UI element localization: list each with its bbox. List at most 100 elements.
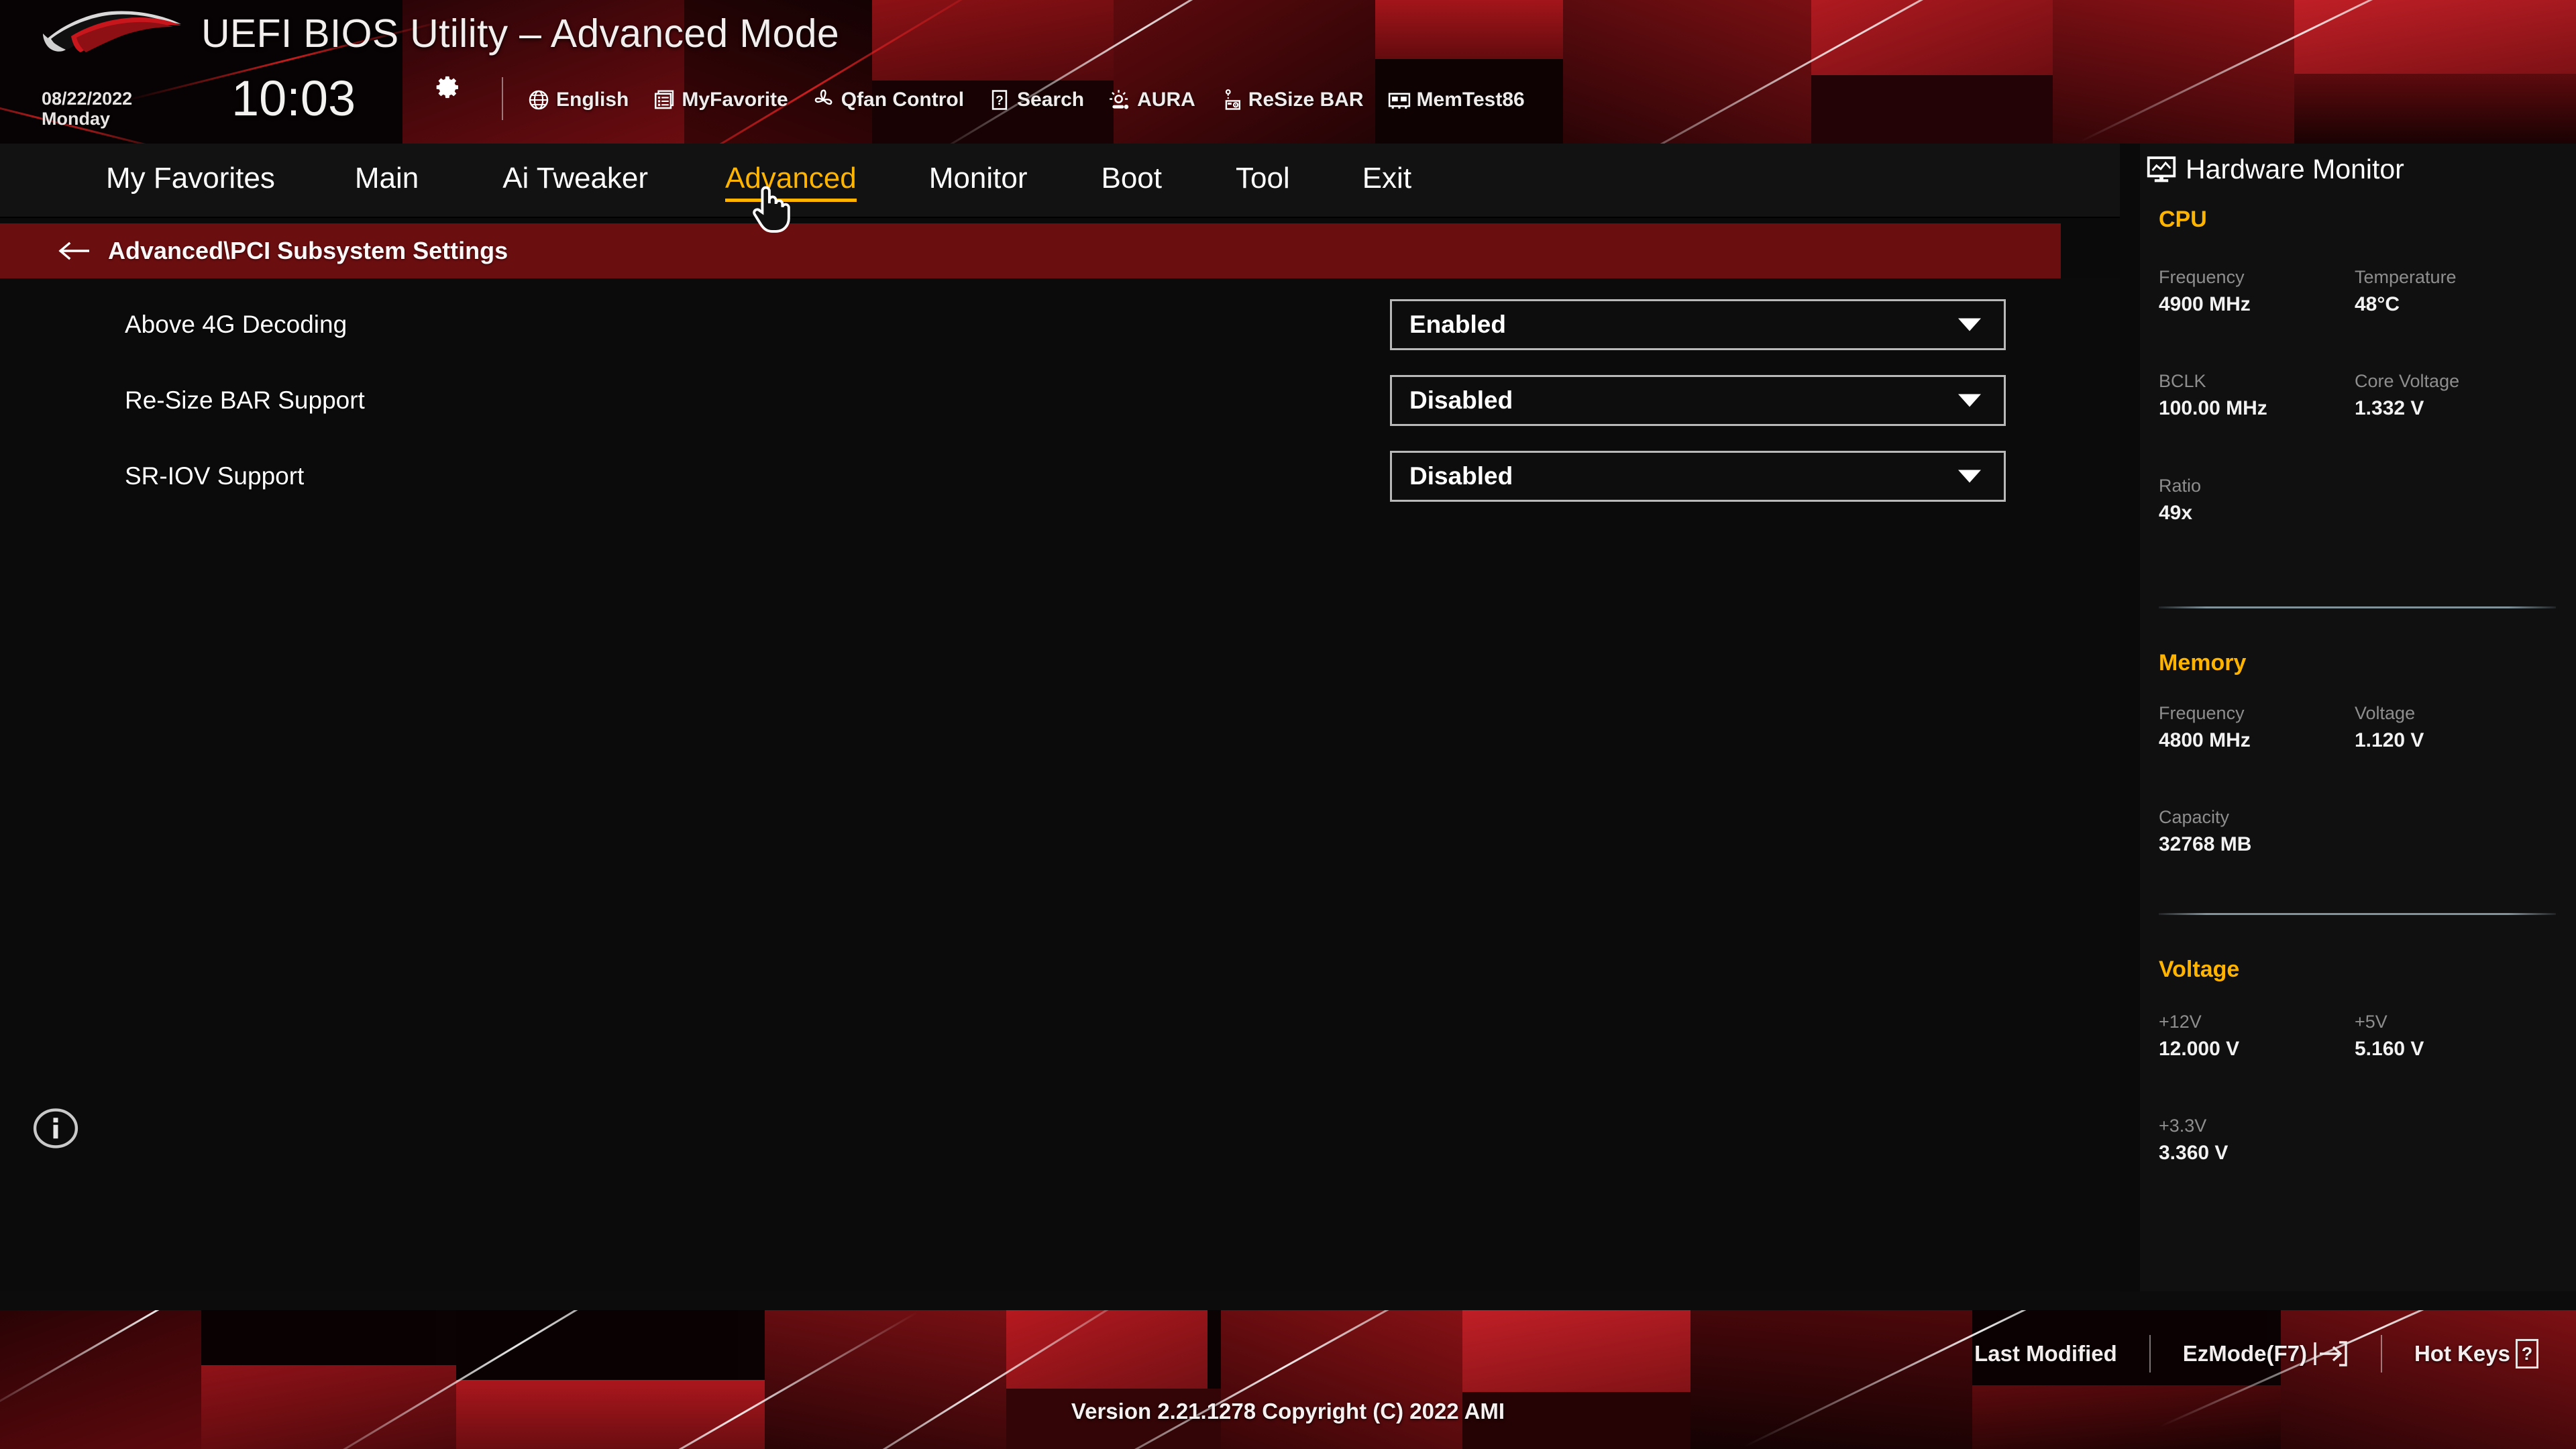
field-value: 4900 MHz [2159, 293, 2251, 315]
footer-separator [2380, 1335, 2382, 1373]
globe-icon [529, 90, 549, 110]
ezmode-label: EzMode(F7) [2182, 1341, 2307, 1366]
hwm-field-memory-frequency: Frequency 4800 MHz [2159, 702, 2251, 753]
hwm-field-memory-capacity: Capacity 32768 MB [2159, 806, 2251, 857]
header-divider [502, 77, 503, 120]
header-bar: UEFI BIOS Utility – Advanced Mode 08/22/… [0, 0, 2576, 144]
hardware-monitor-panel: Hardware Monitor CPU Frequency 4900 MHz … [2140, 144, 2576, 1291]
chevron-down-icon [1958, 318, 1981, 331]
hotkeys-label: Hot Keys [2414, 1341, 2510, 1366]
footer-separator [2149, 1335, 2151, 1373]
enter-arrow-icon [2314, 1341, 2347, 1366]
hwm-section-memory: Memory [2159, 650, 2247, 676]
field-key: Temperature [2355, 267, 2457, 287]
footer-actions: Last Modified EzMode(F7) Hot Keys ? [1974, 1335, 2538, 1373]
last-modified-label: Last Modified [1974, 1341, 2117, 1366]
dropdown-above-4g-decoding[interactable]: Enabled [1390, 299, 2006, 350]
tab-boot[interactable]: Boot [1101, 162, 1162, 199]
gear-icon[interactable] [435, 74, 462, 101]
gpu-card-icon [1225, 89, 1240, 110]
hotkeys-button[interactable]: Hot Keys ? [2414, 1339, 2538, 1368]
breadcrumb[interactable]: Advanced\PCI Subsystem Settings [0, 223, 2061, 278]
hwm-field-rail-12v: +12V 12.000 V [2159, 1011, 2239, 1061]
field-value: 32768 MB [2159, 833, 2252, 855]
page-title: UEFI BIOS Utility – Advanced Mode [201, 11, 840, 56]
setting-label: SR-IOV Support [125, 462, 305, 490]
svg-text:?: ? [996, 94, 1004, 108]
field-key: Core Voltage [2355, 371, 2460, 391]
toolbar-item-memtest86[interactable]: MemTest86 [1388, 89, 1525, 111]
settings-list: Above 4G Decoding Enabled Re-Size BAR Su… [0, 278, 2120, 506]
system-date: 08/22/2022 Monday [42, 89, 132, 129]
hwm-divider [2159, 606, 2556, 608]
tab-tool[interactable]: Tool [1236, 162, 1290, 199]
date-value: 08/22/2022 [42, 89, 133, 109]
field-value: 3.360 V [2159, 1142, 2229, 1164]
hotkeys-key-badge: ? [2516, 1339, 2538, 1368]
toolbar-label-english: English [556, 89, 629, 111]
toolbar-item-search[interactable]: ? Search [988, 89, 1084, 111]
hwm-field-rail-3-3v: +3.3V 3.360 V [2159, 1115, 2228, 1165]
hwm-field-cpu-core-voltage: Core Voltage 1.332 V [2355, 370, 2459, 421]
field-key: Frequency [2159, 267, 2245, 287]
breadcrumb-path: Advanced\PCI Subsystem Settings [108, 237, 508, 264]
field-value: 100.00 MHz [2159, 397, 2267, 419]
info-circle-icon[interactable] [32, 1105, 79, 1152]
tab-ai-tweaker[interactable]: Ai Tweaker [502, 162, 648, 199]
back-arrow-icon[interactable] [58, 240, 91, 262]
setting-row-above-4g-decoding: Above 4G Decoding Enabled [0, 286, 2120, 362]
favorites-list-icon [655, 90, 674, 109]
setting-row-resize-bar-support: Re-Size BAR Support Disabled [0, 362, 2120, 438]
tab-my-favorites[interactable]: My Favorites [106, 162, 275, 199]
toolbar-item-myfavorite[interactable]: MyFavorite [653, 89, 788, 111]
bios-version: Version 2.21.1278 Copyright (C) 2022 AMI [1071, 1399, 1505, 1424]
toolbar-item-qfan-control[interactable]: Qfan Control [812, 89, 964, 111]
system-clock: 10:03 [231, 70, 356, 126]
field-key: Ratio [2159, 476, 2202, 496]
hwm-field-rail-5v: +5V 5.160 V [2355, 1011, 2424, 1061]
hwm-field-cpu-bclk: BCLK 100.00 MHz [2159, 370, 2267, 421]
field-key: Voltage [2355, 703, 2416, 723]
memory-module-icon [1388, 93, 1410, 109]
setting-label: Re-Size BAR Support [125, 386, 365, 414]
field-value: 1.332 V [2355, 397, 2424, 419]
field-value: 5.160 V [2355, 1038, 2424, 1060]
toolbar-label-memtest86: MemTest86 [1416, 89, 1525, 111]
field-value: 48°C [2355, 293, 2400, 315]
hwm-field-cpu-temperature: Temperature 48°C [2355, 266, 2457, 317]
hwm-divider [2159, 913, 2556, 915]
last-modified-button[interactable]: Last Modified [1974, 1341, 2117, 1366]
field-value: 49x [2159, 502, 2193, 524]
hwm-section-cpu: CPU [2159, 207, 2207, 232]
tab-main[interactable]: Main [355, 162, 419, 199]
hardware-monitor-label: Hardware Monitor [2186, 154, 2404, 184]
hardware-monitor-title: Hardware Monitor [2147, 154, 2404, 185]
toolbar-item-aura[interactable]: AURA [1108, 89, 1195, 111]
toolbar-label-resize-bar: ReSize BAR [1248, 89, 1364, 111]
pointing-hand-cursor [753, 186, 790, 233]
footer-top-strip [0, 1291, 2576, 1310]
field-key: Capacity [2159, 807, 2230, 827]
field-key: +3.3V [2159, 1116, 2207, 1136]
hwm-field-cpu-frequency: Frequency 4900 MHz [2159, 266, 2251, 317]
rog-logo [43, 11, 181, 52]
hwm-section-voltage: Voltage [2159, 957, 2240, 982]
monitor-graph-icon [2147, 156, 2176, 182]
dropdown-sr-iov-support[interactable]: Disabled [1390, 450, 2006, 502]
dropdown-value: Enabled [1409, 310, 1506, 338]
ezmode-button[interactable]: EzMode(F7) [2183, 1340, 2349, 1368]
toolbar-label-aura: AURA [1137, 89, 1195, 111]
field-key: Frequency [2159, 703, 2245, 723]
field-key: +5V [2355, 1012, 2387, 1032]
dropdown-value: Disabled [1409, 386, 1513, 414]
field-key: +12V [2159, 1012, 2202, 1032]
toolbar-item-resize-bar[interactable]: ReSize BAR [1220, 89, 1364, 111]
dropdown-resize-bar-support[interactable]: Disabled [1390, 374, 2006, 426]
hwm-field-cpu-ratio: Ratio 49x [2159, 475, 2201, 525]
tab-exit[interactable]: Exit [1362, 162, 1411, 199]
toolbar-item-english[interactable]: English [527, 89, 629, 111]
chevron-down-icon [1958, 470, 1981, 482]
header-toolbar: English MyFavorite Qfan Control ? Search… [527, 83, 1525, 117]
tab-monitor[interactable]: Monitor [929, 162, 1028, 199]
aura-light-icon [1110, 90, 1129, 109]
